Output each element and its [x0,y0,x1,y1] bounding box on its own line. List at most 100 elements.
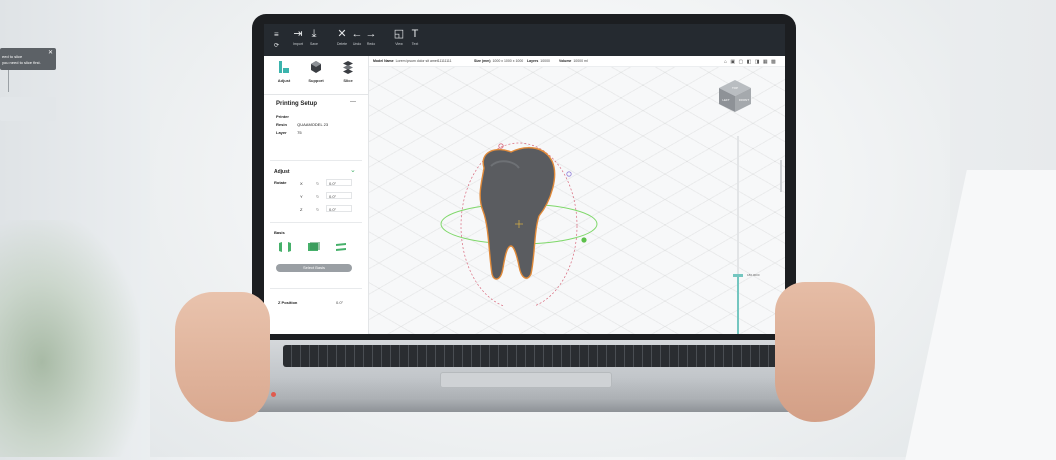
redo-icon: → [365,28,377,40]
text-button[interactable]: T Text [407,28,423,47]
tab-support-label: Support [308,78,324,83]
menu-icon[interactable]: ≡ [274,30,279,39]
toast-connector [8,70,9,92]
z-slider-fill [737,276,739,334]
support-icon [311,61,321,73]
z-slider-value: 180.0000 [747,273,760,277]
z-slider-handle[interactable] [733,274,743,277]
left-hand [175,292,270,422]
tab-slice[interactable]: Slice [334,60,362,83]
model-name-label: Model Name [373,59,394,63]
layers-label: Layers [527,59,539,63]
axis-x-label: X [300,181,303,186]
toast-line-1: eed to slice [2,54,23,59]
axis-z-label: Z [300,207,303,212]
view-cube[interactable]: TOP LEFT FRONT [717,78,753,114]
rotate-x-input[interactable]: 0.0° [326,179,352,186]
chevron-down-icon[interactable]: ⌄ [350,166,356,174]
toast-line-2: you need to slice first. [2,60,41,65]
scrollbar[interactable] [780,160,782,192]
axis-y-label: Y [300,194,303,199]
tab-slice-label: Slice [343,78,353,83]
adjust-icon [279,61,289,73]
import-label: Import [293,42,303,46]
divider [270,222,362,223]
right-hand [775,282,875,422]
model-name: Model Name Lorem ipsum dolor sit amet111… [373,59,452,63]
rotate-y-input[interactable]: 0.0° [326,192,352,199]
text-label: Text [411,42,419,46]
laptop-base-edge [228,398,843,412]
rotate-handle[interactable] [581,237,587,243]
delete-label: Delete [336,42,348,46]
rotate-icon: ↻ [316,207,320,212]
rotate-z-input[interactable]: 0.0° [326,205,352,212]
rotate-handle[interactable] [498,143,504,149]
view-icon: ◱ [393,28,405,40]
rotate-icon: ↻ [316,194,320,199]
sidebar: Adjust Support Slice Printing Setup — Pr… [264,56,369,334]
basis-plate-icon[interactable] [334,242,348,252]
view-button[interactable]: ◱ View [391,28,407,47]
redo-button[interactable]: → Redo [363,28,379,47]
layers-value: 10000 [540,59,550,63]
volume-value: 10000 ml [573,59,588,63]
tab-support[interactable]: Support [302,60,330,83]
save-label: Save [310,42,318,46]
view-label: View [395,42,403,46]
volume-label: Volume [559,59,572,63]
cube-top-label: TOP [732,86,738,90]
layer-row: Layer 75 [276,130,302,135]
z-position-label: Z Position [278,300,298,305]
model-layers: Layers 10000 [527,59,550,63]
import-button[interactable]: ⇥ Import [290,28,306,47]
rotate-handle[interactable] [566,171,572,177]
save-button[interactable]: ⤓ Save [306,28,322,47]
basis-block-icon[interactable] [306,242,320,252]
delete-button[interactable]: ✕ Delete [334,28,350,47]
layer-label: Layer [276,130,287,135]
view-mode-icons[interactable]: ⌂ ▣ ▢ ◧ ◨ ▦ ▩ [724,59,777,65]
divider [270,160,362,161]
power-led [271,392,276,397]
model-info-bar: Model Name Lorem ipsum dolor sit amet111… [369,56,785,67]
resin-value: QUAAMODEL 23 [297,122,329,127]
import-icon: ⇥ [293,28,303,40]
laptop-trackpad [440,372,612,388]
close-icon[interactable]: ✕ [48,49,53,56]
slice-icon [343,61,353,74]
tooth-model[interactable] [439,106,619,306]
printer-row: Printer [276,114,296,119]
divider [270,288,362,289]
printer-label: Printer [276,114,289,119]
text-icon: T [411,28,419,40]
adjust-title: Adjust [274,169,290,175]
z-position-value[interactable]: 0.0° [336,300,343,305]
rotate-icon: ↻ [316,181,320,186]
basis-brackets-icon[interactable] [278,242,292,252]
notification-toast: eed to slice you need to slice first. ✕ [0,48,56,70]
tool-tabs: Adjust Support Slice [264,56,368,95]
cube-left-label: LEFT [722,98,730,102]
background-plant [0,220,140,457]
basis-label: Basis [274,230,285,235]
select-basis-button[interactable]: Select Basis [276,264,352,272]
resin-label: Resin [276,122,287,127]
blank-panel [0,97,56,121]
model-volume: Volume 10000 ml [559,59,588,63]
tab-adjust[interactable]: Adjust [270,60,298,83]
size-label: Size (mm) [474,59,491,63]
printing-setup-title: Printing Setup [276,101,317,107]
layer-value: 75 [297,130,302,135]
resin-row: Resin QUAAMODEL 23 [276,122,328,127]
save-icon: ⤓ [311,28,317,40]
collapse-icon[interactable]: — [350,99,356,105]
model-name-value: Lorem ipsum dolor sit amet11111111 [395,59,452,63]
refresh-icon[interactable]: ⟳ [274,42,279,49]
delete-icon: ✕ [337,28,347,40]
redo-label: Redo [366,42,376,46]
tab-adjust-label: Adjust [277,78,291,83]
size-value: 1000 x 1000 x 1000 [492,59,524,63]
viewport-3d[interactable]: Model Name Lorem ipsum dolor sit amet111… [369,56,785,334]
laptop-screen: ≡ ⟳ ⇥ Import ⤓ Save ✕ Delete ← Undo → Re… [264,24,785,334]
